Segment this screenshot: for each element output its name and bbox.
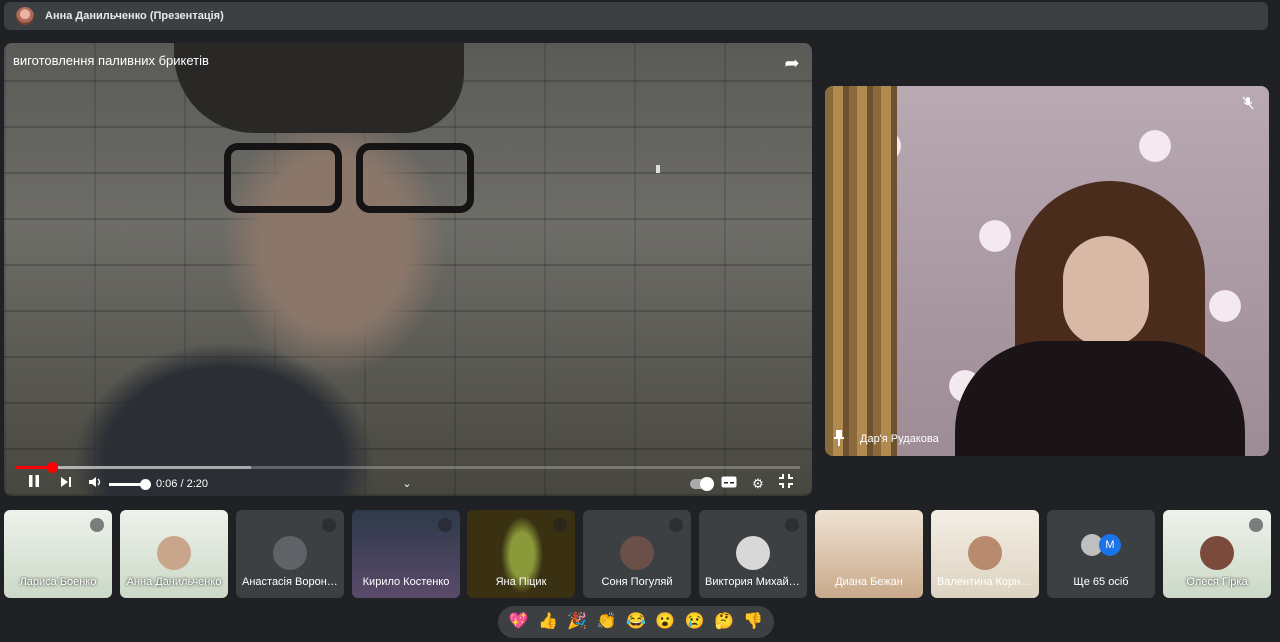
participant-name: Валентина Корнієнко — [937, 576, 1039, 588]
reaction-thumbs-up[interactable]: 👍 — [538, 606, 558, 638]
participant-name: Кирило Костенко — [362, 576, 450, 588]
pin-icon[interactable] — [833, 430, 847, 446]
participant-tile[interactable]: Виктория Михайлова — [699, 510, 807, 598]
captions-icon[interactable] — [720, 473, 738, 495]
participant-name: Анна Данильченко — [126, 576, 222, 588]
mic-off-icon — [553, 518, 567, 532]
participant-avatar — [273, 536, 307, 570]
exit-fullscreen-icon[interactable] — [777, 473, 795, 495]
reaction-laugh[interactable]: 😂 — [626, 606, 646, 638]
video-frame-hat — [174, 43, 464, 133]
skip-next-icon[interactable] — [58, 473, 74, 495]
mic-off-icon — [322, 518, 336, 532]
participant-tile[interactable]: Лариса Боенко — [4, 510, 112, 598]
presenter-bar: Анна Данильченко (Презентація) — [4, 2, 1268, 30]
presenter-label: Анна Данильченко (Презентація) — [45, 10, 224, 22]
video-player[interactable]: виготовлення паливних брикетів ➦ 0:06 / … — [4, 43, 812, 496]
participant-tile[interactable]: Анна Данильченко — [120, 510, 228, 598]
video-controls: 0:06 / 2:20 ⌄ ⚙ — [4, 473, 812, 495]
participant-name: Яна Піцик — [495, 576, 547, 588]
mic-off-icon — [90, 518, 104, 532]
gear-icon[interactable]: ⚙ — [749, 473, 767, 495]
more-participants-tile[interactable]: М Ще 65 осіб — [1047, 510, 1155, 598]
participant-name: Лариса Боенко — [19, 576, 97, 588]
pause-icon[interactable] — [26, 473, 42, 495]
spotlight-participant-name: Дар'я Рудакова — [860, 433, 939, 445]
reaction-thinking[interactable]: 🤔 — [714, 606, 734, 638]
reaction-clap[interactable]: 👏 — [597, 606, 617, 638]
reaction-thumbs-down[interactable]: 👎 — [743, 606, 763, 638]
participant-avatar — [620, 536, 654, 570]
participant-name: Виктория Михайлова — [705, 576, 807, 588]
participant-tile[interactable]: Олеся Гірка — [1163, 510, 1271, 598]
more-participants-avatars: М — [1081, 534, 1125, 556]
mic-off-icon — [1249, 518, 1263, 532]
reaction-surprised[interactable]: 😮 — [655, 606, 675, 638]
mic-off-icon — [785, 518, 799, 532]
participant-tile[interactable]: Диана Бежан — [815, 510, 923, 598]
reactions-bar: 💖 👍 🎉 👏 😂 😮 😢 🤔 👎 — [498, 606, 774, 638]
volume-knob[interactable] — [140, 479, 151, 490]
chevron-down-icon[interactable]: ⌄ — [400, 473, 414, 495]
participant-name: Диана Бежан — [835, 576, 903, 588]
participant-avatar — [157, 536, 191, 570]
volume-icon[interactable] — [86, 473, 104, 495]
share-icon[interactable]: ➦ — [782, 53, 802, 73]
more-participants-label: Ще 65 осіб — [1073, 576, 1129, 588]
reaction-party[interactable]: 🎉 — [567, 606, 587, 638]
spotlight-participant-tile[interactable]: Дар'я Рудакова — [825, 86, 1269, 456]
video-progress-bar[interactable] — [16, 462, 800, 473]
participant-name: Соня Погуляй — [601, 576, 673, 588]
mic-off-icon — [1241, 96, 1257, 112]
participant-tile[interactable]: Кирило Костенко — [352, 510, 460, 598]
autoplay-toggle-icon[interactable] — [690, 477, 714, 491]
participant-name: Анастасія Воронова — [242, 576, 344, 588]
mic-off-icon — [438, 518, 452, 532]
participant-avatar — [1200, 536, 1234, 570]
participant-tile[interactable]: Яна Піцик — [467, 510, 575, 598]
reaction-sad[interactable]: 😢 — [685, 606, 705, 638]
participant-tile[interactable]: Валентина Корнієнко — [931, 510, 1039, 598]
participant-tile[interactable]: Соня Погуляй — [583, 510, 691, 598]
mouse-cursor — [656, 165, 660, 173]
participant-tile[interactable]: Анастасія Воронова — [236, 510, 344, 598]
video-time: 0:06 / 2:20 — [156, 478, 208, 490]
participant-avatar — [736, 536, 770, 570]
progress-scrubber[interactable] — [47, 462, 59, 473]
presenter-avatar — [16, 7, 34, 25]
participant-name: Олеся Гірка — [1186, 576, 1248, 588]
reaction-heart[interactable]: 💖 — [509, 606, 529, 638]
participant-avatar — [968, 536, 1002, 570]
mic-off-icon — [669, 518, 683, 532]
video-title[interactable]: виготовлення паливних брикетів — [13, 53, 209, 68]
video-frame-glasses — [224, 143, 484, 213]
